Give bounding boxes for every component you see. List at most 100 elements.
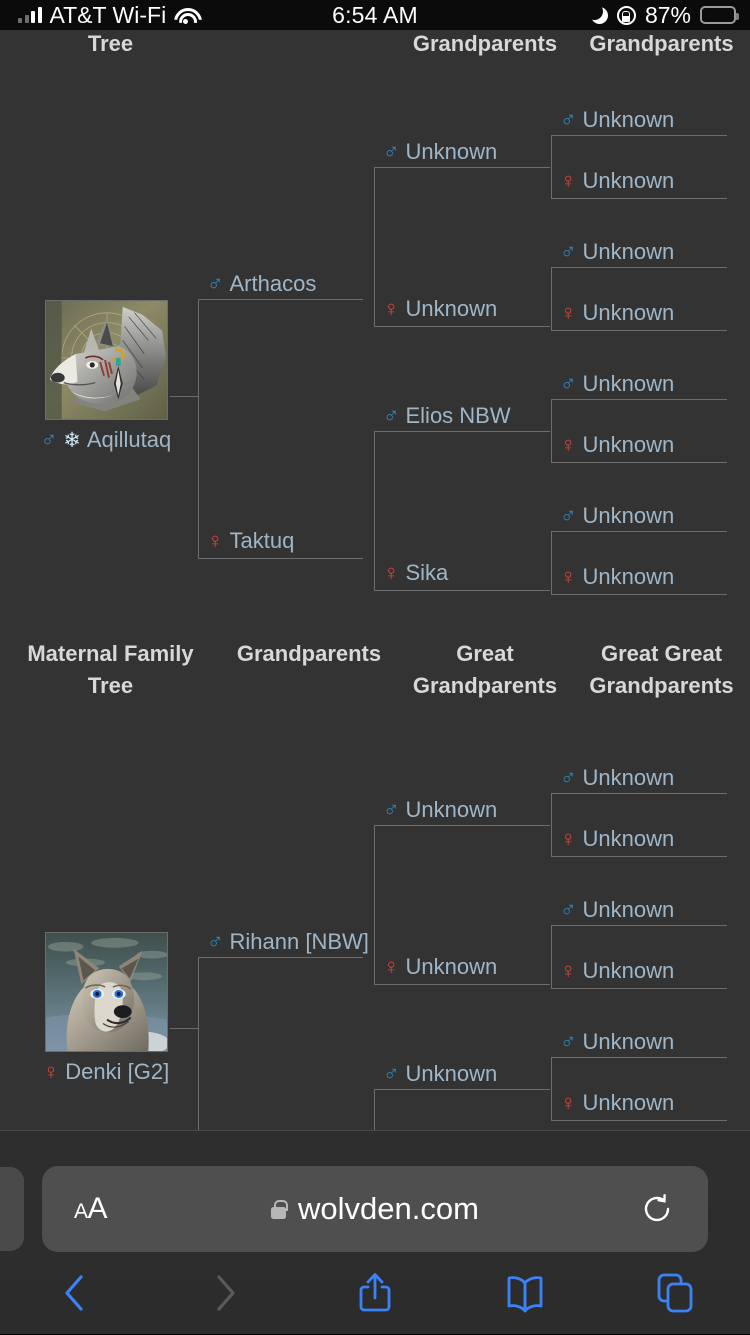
tabs-button[interactable] [600,1271,750,1315]
male-symbol-icon: ♂ [560,897,577,922]
battery-icon [700,6,739,24]
back-icon [65,1275,83,1311]
paternal-gg-grandparent-5-name[interactable]: Unknown [583,434,675,456]
maternal-great-grandparent-0[interactable]: ♂ Unknown [383,799,497,821]
maternal-grandparent-0[interactable]: ♂ Rihann [NBW] [207,931,369,953]
url-display[interactable]: wolvden.com [42,1191,708,1227]
maternal-gg-grandparents-bracket-2: ♂ Unknown ♀ Unknown [551,1031,727,1121]
paternal-great-grandparent-1-name[interactable]: Unknown [406,298,498,320]
paternal-header-2: Grandparents [412,31,558,56]
paternal-gg-grandparent-4[interactable]: ♂ Unknown [560,373,674,395]
maternal-great-grandparent-1[interactable]: ♀ Unknown [383,956,497,978]
maternal-gg-grandparent-1[interactable]: ♀ Unknown [560,828,674,850]
paternal-great-grandparent-0[interactable]: ♂ Unknown [383,141,497,163]
paternal-subject[interactable]: ♂ ❄ Aqillutaq [18,300,194,453]
paternal-great-grandparent-1[interactable]: ♀ Unknown [383,298,497,320]
paternal-grandparent-0-name[interactable]: Arthacos [230,273,317,295]
male-symbol-icon: ♂ [383,139,400,164]
male-symbol-icon: ♂ [560,371,577,396]
rotation-lock-icon [616,5,636,25]
paternal-great-grandparent-3[interactable]: ♀ Sika [383,562,448,584]
maternal-subject[interactable]: ♀ Denki [G2] [18,932,194,1085]
maternal-great-grandparent-1-name[interactable]: Unknown [406,956,498,978]
maternal-gg-grandparents-bracket-0: ♂ Unknown ♀ Unknown [551,767,727,857]
maternal-great-grandparent-2[interactable]: ♂ Unknown [383,1063,497,1085]
female-symbol-icon: ♀ [560,564,577,589]
maternal-header-2: Great Grandparents [412,641,558,698]
paternal-header-3: Grandparents [589,31,734,56]
paternal-gg-grandparent-2[interactable]: ♂ Unknown [560,241,674,263]
maternal-gg-grandparent-4[interactable]: ♂ Unknown [560,1031,674,1053]
maternal-gg-grandparent-3[interactable]: ♀ Unknown [560,960,674,982]
paternal-gg-grandparent-7[interactable]: ♀ Unknown [560,566,674,588]
maternal-grandparent-0-name[interactable]: Rihann [NBW] [230,931,369,953]
bookmarks-button[interactable] [450,1272,600,1314]
male-symbol-icon: ♂ [383,1061,400,1086]
reload-icon[interactable] [640,1192,674,1226]
forward-button [150,1271,300,1315]
male-symbol-icon: ♂ [383,797,400,822]
maternal-gg-grandparent-4-name[interactable]: Unknown [583,1031,675,1053]
maternal-great-grandparent-0-name[interactable]: Unknown [406,799,498,821]
paternal-gg-grandparent-0-name[interactable]: Unknown [583,109,675,131]
status-bar-right: 87% [585,2,739,29]
previous-tab-peek[interactable] [0,1167,24,1251]
maternal-gg-grandparent-3-name[interactable]: Unknown [583,960,675,982]
paternal-great-grandparent-0-name[interactable]: Unknown [406,141,498,163]
maternal-gg-grandparent-2[interactable]: ♂ Unknown [560,899,674,921]
maternal-header-3: Great Great Grandparents [589,641,734,698]
maternal-gg-grandparent-2-name[interactable]: Unknown [583,899,675,921]
share-button[interactable] [300,1270,450,1316]
paternal-great-grandparent-3-name[interactable]: Sika [406,562,449,584]
maternal-subject-label[interactable]: ♀ Denki [G2] [18,1059,194,1085]
paternal-subject-name[interactable]: Aqillutaq [87,427,171,453]
paternal-header-0: Tree [87,31,134,56]
female-symbol-icon: ♀ [560,958,577,983]
paternal-gg-grandparent-3[interactable]: ♀ Unknown [560,302,674,324]
paternal-gg-grandparent-4-name[interactable]: Unknown [583,373,675,395]
wolf-portrait-aqillutaq[interactable] [44,300,168,420]
maternal-gg-grandparent-0-name[interactable]: Unknown [583,767,675,789]
maternal-great-grandparent-2-name[interactable]: Unknown [406,1063,498,1085]
maternal-great-grandparents-bracket-0: ♂ Unknown ♀ Unknown [374,799,550,985]
paternal-gg-grandparents-bracket-0: ♂ Unknown ♀ Unknown [551,109,727,199]
paternal-gg-grandparent-0[interactable]: ♂ Unknown [560,109,674,131]
maternal-gg-grandparent-5[interactable]: ♀ Unknown [560,1092,674,1114]
paternal-gg-grandparent-7-name[interactable]: Unknown [583,566,675,588]
paternal-gg-grandparents-bracket-2: ♂ Unknown ♀ Unknown [551,373,727,463]
paternal-gg-grandparent-1-name[interactable]: Unknown [583,170,675,192]
paternal-gg-grandparent-1[interactable]: ♀ Unknown [560,170,674,192]
female-symbol-icon: ♀ [383,954,400,979]
maternal-grandparents-bracket: ♂ Rihann [NBW] ♀ Kultah [198,931,369,1130]
forward-icon [217,1275,235,1311]
share-icon [359,1273,391,1312]
paternal-gg-grandparent-6-name[interactable]: Unknown [583,505,675,527]
maternal-great-grandparents-bracket-1: ♂ Unknown ♀ Unknown [374,1063,550,1130]
maternal-gg-grandparent-0[interactable]: ♂ Unknown [560,767,674,789]
paternal-grandparent-1[interactable]: ♀ Taktuq [207,530,294,552]
safari-bottom-bar: AA wolvden.com [0,1130,750,1334]
female-symbol-icon: ♀ [560,826,577,851]
address-bar[interactable]: AA wolvden.com [42,1166,708,1252]
paternal-gg-grandparent-6[interactable]: ♂ Unknown [560,505,674,527]
back-button[interactable] [0,1271,150,1315]
paternal-gg-grandparent-5[interactable]: ♀ Unknown [560,434,674,456]
maternal-header-1: Grandparents [236,641,382,666]
maternal-header-0: Maternal Family Tree [27,641,194,698]
maternal-subject-name[interactable]: Denki [G2] [65,1059,169,1085]
paternal-gg-grandparent-3-name[interactable]: Unknown [583,302,675,324]
maternal-gg-grandparent-5-name[interactable]: Unknown [583,1092,675,1114]
paternal-grandparent-0[interactable]: ♂ Arthacos [207,273,316,295]
paternal-subject-label[interactable]: ♂ ❄ Aqillutaq [18,427,194,453]
female-symbol-icon: ♀ [207,528,224,553]
maternal-gg-grandparent-1-name[interactable]: Unknown [583,828,675,850]
paternal-gg-grandparent-2-name[interactable]: Unknown [583,241,675,263]
paternal-gg-grandparents-bracket-1: ♂ Unknown ♀ Unknown [551,241,727,331]
paternal-great-grandparents-bracket-1: ♂ Elios NBW ♀ Sika [374,405,550,591]
paternal-great-grandparent-2[interactable]: ♂ Elios NBW [383,405,511,427]
url-text[interactable]: wolvden.com [298,1191,479,1227]
paternal-grandparent-1-name[interactable]: Taktuq [230,530,295,552]
paternal-great-grandparent-2-name[interactable]: Elios NBW [406,405,511,427]
wolf-portrait-denki[interactable] [44,932,168,1052]
bookmarks-icon [507,1276,543,1313]
